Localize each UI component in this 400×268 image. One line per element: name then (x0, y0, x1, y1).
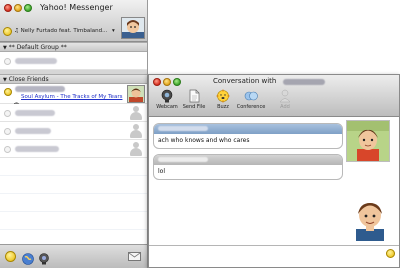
emoticon-picker-smiley-icon[interactable] (386, 249, 395, 258)
my-avatar[interactable] (121, 17, 145, 39)
send-file-button[interactable]: Send File (182, 88, 206, 116)
my-status-smiley-icon[interactable] (3, 27, 12, 36)
list-item[interactable] (0, 122, 147, 140)
message-bubble: ach who knows and who cares (153, 123, 343, 149)
webcam-button[interactable]: Webcam (155, 88, 179, 116)
contact-avatar[interactable] (127, 85, 145, 103)
message-text: ach who knows and who cares (158, 137, 250, 144)
buzz-icon (216, 88, 230, 103)
offline-status-icon (4, 146, 11, 153)
group-label: ** Default Group ** (8, 44, 67, 51)
message-input-field[interactable] (151, 247, 381, 265)
list-item[interactable] (0, 104, 147, 122)
music-note-icon (13, 94, 20, 109)
input-divider (149, 245, 399, 246)
my-status-message[interactable]: ♫ Nelly Furtado feat. Timbaland... (14, 28, 114, 34)
main-window-title: Yahoo! Messenger (40, 3, 113, 12)
default-avatar-icon (130, 106, 142, 120)
message-text: lol (158, 168, 166, 175)
minimize-window-button[interactable] (14, 4, 22, 12)
my-conversation-avatar[interactable] (350, 195, 390, 241)
list-item[interactable] (0, 52, 147, 70)
default-avatar-icon (130, 124, 142, 138)
contact-name-redacted (15, 128, 51, 134)
conversation-title: Conversation with (213, 77, 277, 85)
default-avatar-icon (130, 142, 142, 156)
message-sender-header (154, 155, 342, 165)
message-bubble: lol (153, 154, 343, 180)
list-item[interactable]: Soul Asylum - The Tracks of My Tears (0, 84, 147, 109)
group-collapse-arrow-icon[interactable]: ▼ (3, 77, 7, 83)
contact-name-redacted (15, 110, 55, 116)
conversation-window: Conversation with Webcam Send File Buzz (148, 74, 400, 268)
main-bottom-toolbar (0, 244, 147, 268)
close-window-button[interactable] (4, 4, 12, 12)
group-header-close-friends[interactable]: ▼ Close Friends (0, 74, 147, 84)
main-titlebar: Yahoo! Messenger ♫ Nelly Furtado feat. T… (0, 0, 147, 42)
minimize-window-button[interactable] (163, 78, 171, 86)
message-sender-header (154, 124, 342, 134)
buddy-avatar[interactable] (346, 120, 390, 162)
add-contact-button[interactable]: Add (273, 88, 297, 116)
zoom-window-button[interactable] (24, 4, 32, 12)
globe-icon[interactable] (22, 250, 34, 265)
webcam-icon[interactable] (38, 250, 52, 265)
sender-name-redacted (158, 157, 208, 162)
buzz-button[interactable]: Buzz (211, 88, 235, 116)
conference-button[interactable]: Conference (237, 88, 265, 116)
add-contact-icon (278, 88, 292, 103)
mail-icon[interactable] (128, 252, 141, 261)
smiley-icon[interactable] (5, 251, 16, 262)
status-dropdown-chevron-down-icon[interactable]: ▾ (112, 28, 115, 34)
contact-list-empty-area (0, 158, 147, 244)
zoom-window-button[interactable] (173, 78, 181, 86)
webcam-icon (160, 88, 174, 103)
contact-name-redacted (15, 86, 65, 92)
conference-icon (244, 88, 258, 102)
conversation-contact-name-redacted (283, 79, 325, 85)
close-window-button[interactable] (153, 78, 161, 86)
offline-status-icon (4, 110, 11, 117)
toolbar-label: Conference (236, 104, 266, 110)
list-item[interactable] (0, 140, 147, 158)
offline-status-icon (4, 128, 11, 135)
document-icon (187, 88, 201, 103)
contact-name-redacted (15, 58, 57, 64)
group-collapse-arrow-icon[interactable]: ▼ (3, 45, 7, 51)
contact-name-redacted (15, 146, 59, 152)
sender-name-redacted (158, 126, 208, 131)
messenger-main-window: Yahoo! Messenger ♫ Nelly Furtado feat. T… (0, 0, 148, 268)
online-smiley-icon (4, 88, 12, 96)
toolbar-label: Add (280, 104, 290, 110)
offline-status-icon (4, 58, 11, 65)
desktop-edge (396, 0, 400, 74)
group-header-default[interactable]: ▼ ** Default Group ** (0, 42, 147, 52)
conversation-titlebar: Conversation with Webcam Send File Buzz (149, 75, 399, 117)
group-label: Close Friends (8, 76, 49, 83)
contact-status-link[interactable]: Soul Asylum - The Tracks of My Tears (21, 94, 122, 100)
